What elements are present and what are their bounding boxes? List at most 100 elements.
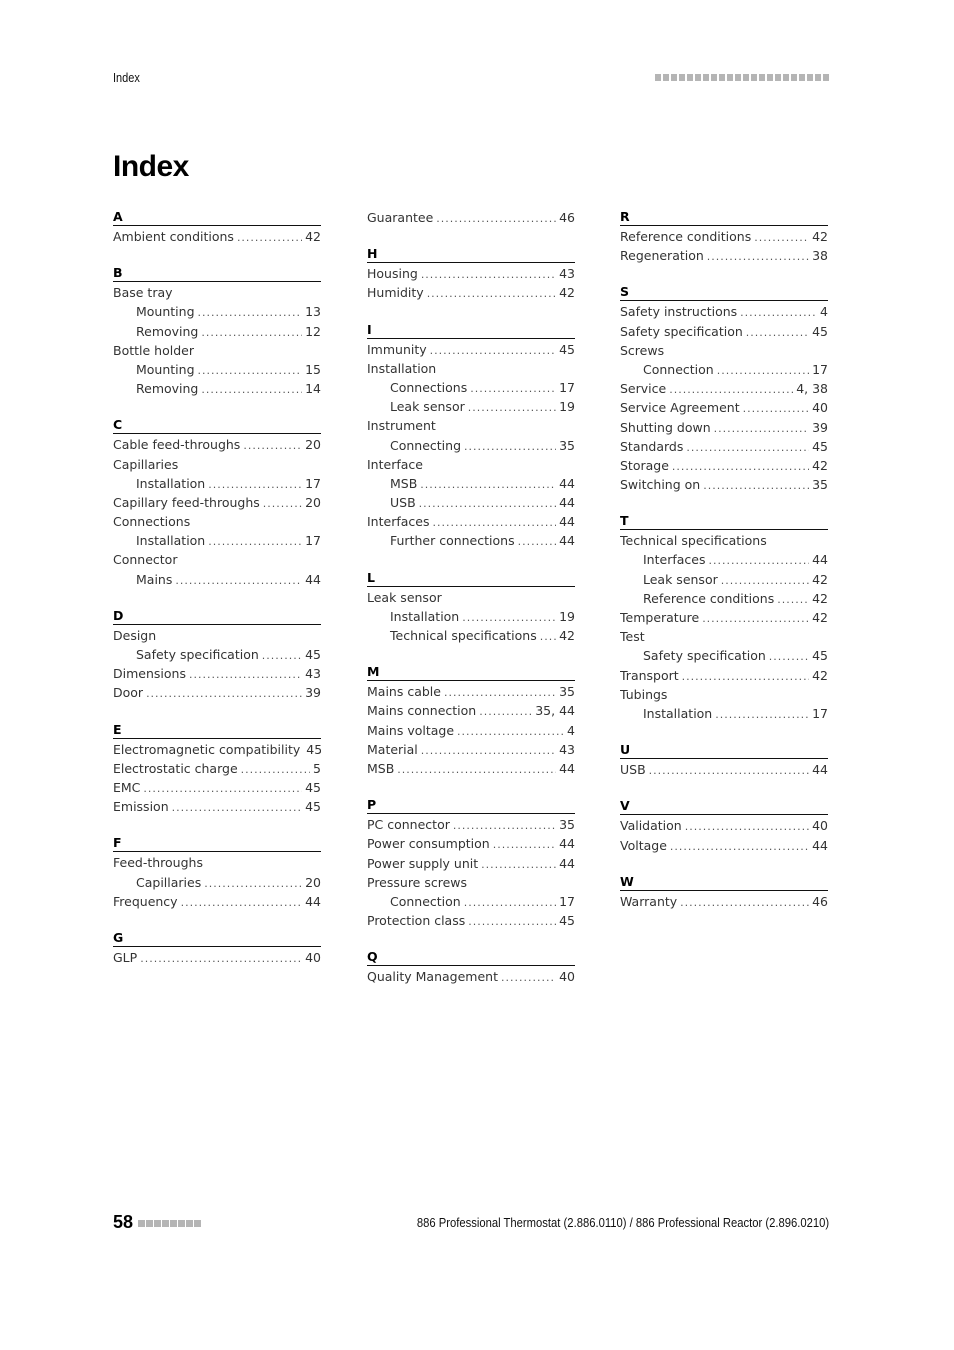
index-entry: Connections (113, 512, 321, 531)
entry-page-ref[interactable]: 4, 38 (796, 379, 828, 398)
entry-page-ref[interactable]: 45 (559, 340, 575, 359)
entry-page-ref[interactable]: 42 (559, 626, 575, 645)
entry-page-ref[interactable]: 35, 44 (535, 701, 575, 720)
entry-page-ref[interactable]: 44 (559, 493, 575, 512)
index-section: A Ambient conditions 42 (113, 208, 321, 246)
dot-leader (746, 323, 809, 341)
index-section: H Housing 43 Humidity 42 (367, 245, 575, 302)
decoration-square (790, 74, 797, 81)
entry-page-ref[interactable]: 15 (305, 360, 321, 379)
dot-leader (421, 741, 556, 759)
entry-page-ref[interactable]: 35 (559, 436, 575, 455)
index-entry: Validation 40 (620, 816, 828, 835)
entry-page-ref[interactable]: 44 (812, 760, 828, 779)
entry-page-ref[interactable]: 19 (559, 397, 575, 416)
entry-page-ref[interactable]: 44 (305, 892, 321, 911)
entry-page-ref[interactable]: 45 (559, 911, 575, 930)
entry-term: Emission (113, 799, 169, 815)
entry-page-ref[interactable]: 17 (812, 360, 828, 379)
entry-page-ref[interactable]: 43 (305, 664, 321, 683)
entry-term: Test (620, 629, 645, 645)
entry-term: Bottle holder (113, 342, 194, 358)
entry-page-ref[interactable]: 44 (559, 512, 575, 531)
entry-page-ref[interactable]: 42 (812, 589, 828, 608)
entry-term: Connector (113, 552, 178, 568)
entry-page-ref[interactable]: 35 (812, 475, 828, 494)
index-entry: Tubings (620, 685, 828, 704)
entry-page-ref[interactable]: 39 (305, 683, 321, 702)
entry-page-ref[interactable]: 38 (812, 246, 828, 265)
entry-page-ref[interactable]: 20 (305, 493, 321, 512)
decoration-square (146, 1220, 153, 1227)
entry-page-ref[interactable]: 44 (812, 836, 828, 855)
entry-page-ref[interactable]: 46 (559, 208, 575, 227)
entry-page-ref[interactable]: 42 (812, 608, 828, 627)
entry-page-ref[interactable]: 40 (812, 816, 828, 835)
entry-page-ref[interactable]: 42 (812, 456, 828, 475)
entry-term: Electromagnetic compatibility (113, 741, 301, 757)
entry-page-ref[interactable]: 20 (305, 435, 321, 454)
entry-page-ref[interactable]: 17 (559, 892, 575, 911)
entry-page-ref[interactable]: 44 (559, 531, 575, 550)
entry-page-ref[interactable]: 45 (305, 778, 321, 797)
dot-leader (754, 228, 809, 246)
entry-page-ref[interactable]: 35 (559, 815, 575, 834)
entry-page-ref[interactable]: 45 (305, 645, 321, 664)
entry-page-ref[interactable]: 42 (812, 666, 828, 685)
entry-page-ref[interactable]: 4 (567, 721, 575, 740)
entry-page-ref[interactable]: 20 (305, 873, 321, 892)
entry-page-ref[interactable]: 42 (559, 283, 575, 302)
decoration-square (662, 74, 669, 81)
entry-page-ref[interactable]: 17 (559, 378, 575, 397)
entry-term: Connecting (390, 437, 462, 453)
entry-page-ref[interactable]: 44 (559, 854, 575, 873)
entry-page-ref[interactable]: 5 (313, 759, 321, 778)
entry-page-ref[interactable]: 17 (305, 474, 321, 493)
entry-page-ref[interactable]: 42 (812, 570, 828, 589)
entry-page-ref[interactable]: 35 (559, 682, 575, 701)
dot-leader (703, 476, 809, 494)
entry-page-ref[interactable]: 45 (812, 646, 828, 665)
entry-page-ref[interactable]: 44 (559, 759, 575, 778)
index-entry: Interface (367, 455, 575, 474)
entry-page-ref[interactable]: 45 (812, 437, 828, 456)
entry-page-ref[interactable]: 40 (812, 398, 828, 417)
entry-page-ref[interactable]: 44 (559, 474, 575, 493)
entry-page-ref[interactable]: 13 (305, 302, 321, 321)
index-section: V Validation 40 Voltage 44 (620, 797, 828, 854)
entry-page-ref[interactable]: 40 (305, 948, 321, 967)
entry-page-ref[interactable]: 46 (812, 892, 828, 911)
entry-page-ref[interactable]: 43 (559, 740, 575, 759)
index-entry: Service Agreement 40 (620, 398, 828, 417)
entry-page-ref[interactable]: 40 (559, 967, 575, 986)
entry-page-ref[interactable]: 45 (305, 797, 321, 816)
entry-page-ref[interactable]: 39 (812, 418, 828, 437)
index-subentry: Capillaries 20 (113, 873, 321, 892)
entry-page-ref[interactable]: 42 (812, 227, 828, 246)
entry-page-ref[interactable]: 43 (559, 264, 575, 283)
entry-page-ref[interactable]: 12 (305, 322, 321, 341)
index-entry: Power consumption 44 (367, 834, 575, 853)
entry-term: Safety specification (620, 323, 743, 339)
entry-page-ref[interactable]: 42 (305, 227, 321, 246)
entry-term: Instrument (367, 418, 436, 434)
entry-page-ref[interactable]: 19 (559, 607, 575, 626)
entry-term: Guarantee (367, 210, 434, 225)
entry-page-ref[interactable]: 44 (559, 834, 575, 853)
entry-term: Installation (136, 533, 206, 549)
entry-page-ref[interactable]: 4 (820, 302, 828, 321)
entry-term: Safety specification (136, 647, 259, 662)
entry-page-ref[interactable]: 44 (305, 570, 321, 589)
entry-term: GLP (113, 949, 138, 965)
dot-leader (204, 874, 302, 892)
entry-page-ref[interactable]: 14 (305, 379, 321, 398)
index-entry: Service 4, 38 (620, 379, 828, 398)
index-subentry: Mounting 13 (113, 302, 321, 321)
entry-page-ref[interactable]: 44 (812, 550, 828, 569)
decoration-square (750, 74, 757, 81)
entry-term: Connections (390, 379, 468, 395)
entry-page-ref[interactable]: 17 (305, 531, 321, 550)
entry-page-ref[interactable]: 45 (812, 322, 828, 341)
entry-page-ref[interactable]: 45 (306, 740, 321, 759)
entry-page-ref[interactable]: 17 (812, 704, 828, 723)
